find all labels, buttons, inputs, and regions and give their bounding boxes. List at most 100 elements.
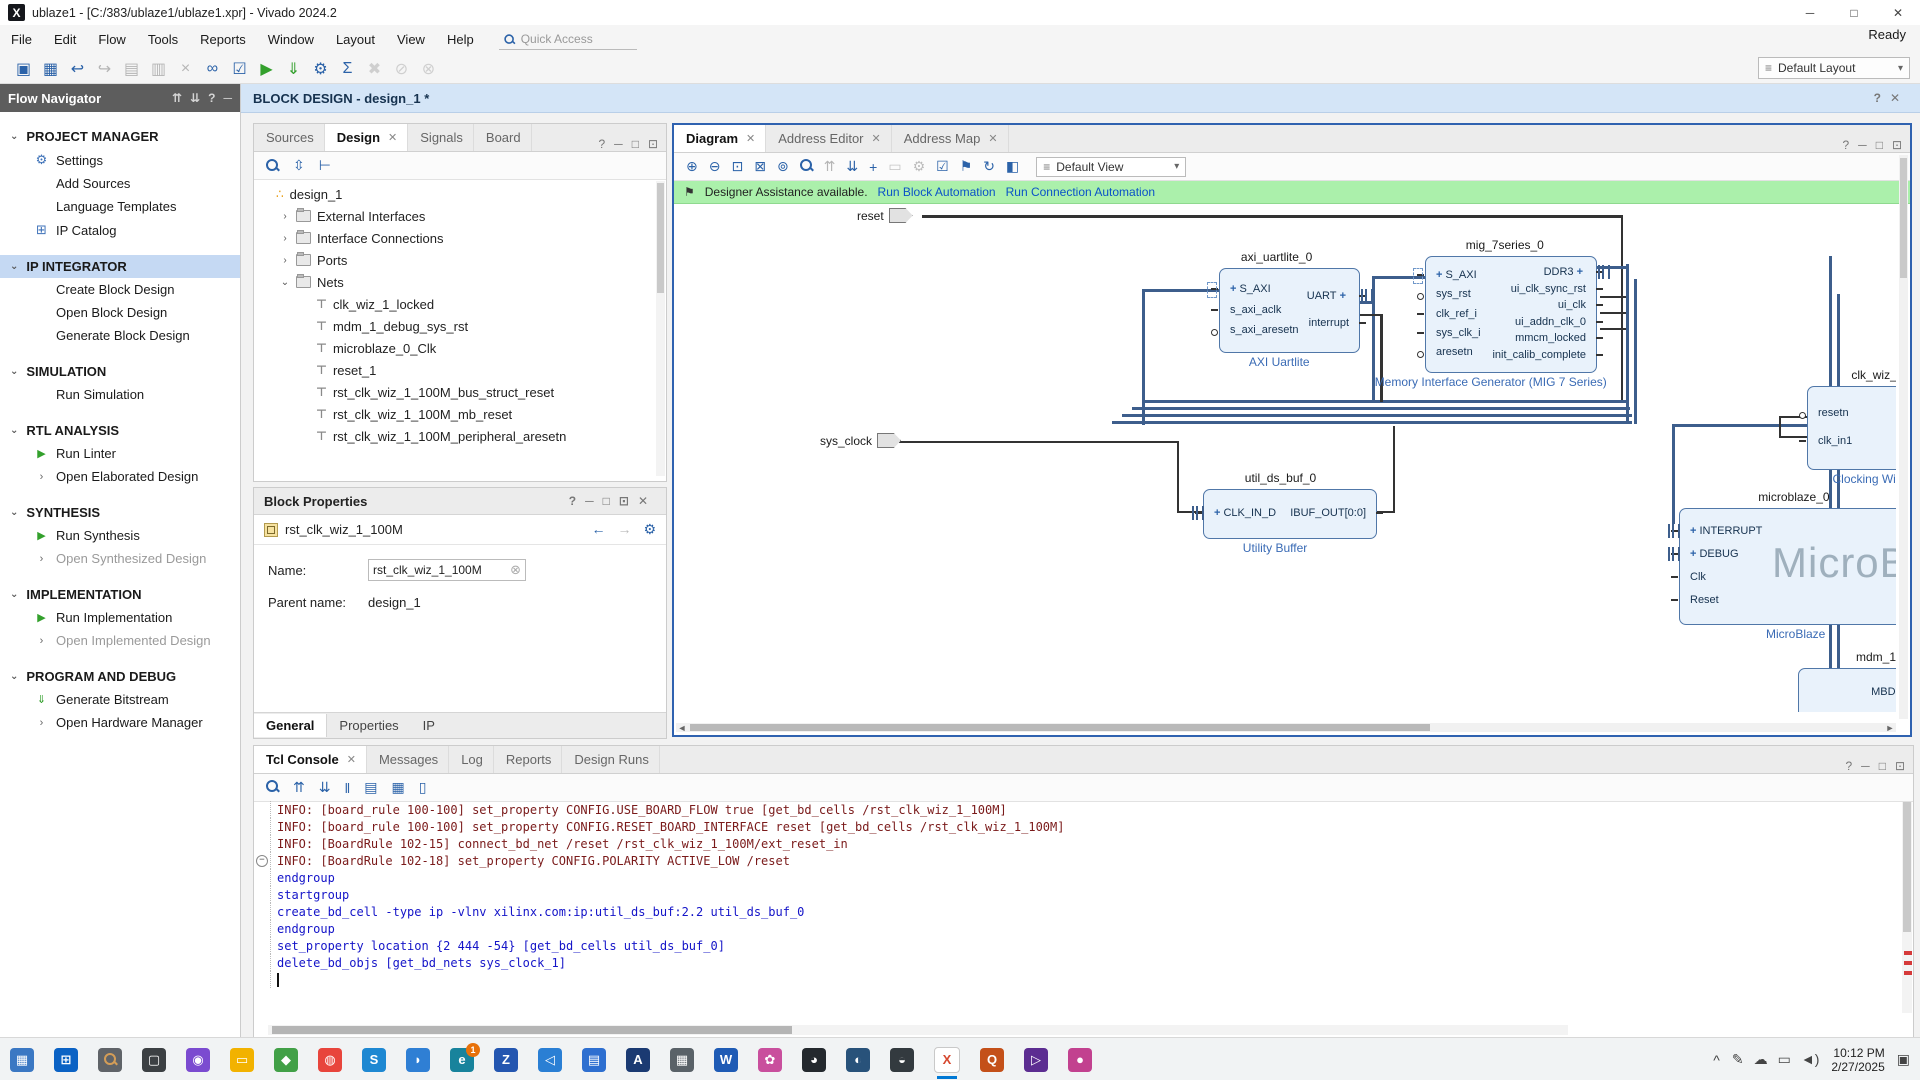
pin-icon[interactable]: ⚑ <box>960 158 973 175</box>
vscode-icon[interactable]: ◁ <box>538 1048 562 1072</box>
validate-icon[interactable]: ☑ <box>226 57 253 81</box>
diagram-hscrollbar[interactable]: ◄ ► <box>676 723 1896 732</box>
port-mmcm_locked[interactable]: mmcm_locked <box>1515 332 1586 344</box>
tree-item-rst_clk_wiz_1_100M_peripheral_aresetn[interactable]: ⊤rst_clk_wiz_1_100M_peripheral_aresetn <box>260 425 666 447</box>
flow-item-generate-bitstream[interactable]: ⇓Generate Bitstream <box>0 688 240 711</box>
hidden-icons-chevron[interactable]: ^ <box>1713 1052 1720 1068</box>
design-tab-sources[interactable]: Sources <box>254 124 325 151</box>
maximize-panel-icon[interactable]: □ <box>603 494 610 508</box>
redo-icon[interactable]: ↪ <box>91 57 118 81</box>
mail-icon[interactable]: ▤ <box>582 1048 606 1072</box>
close-tab-icon[interactable]: ✕ <box>872 132 881 145</box>
layout-selector[interactable]: ≡ Default Layout ▾ <box>1758 57 1910 79</box>
minimize-panel-icon[interactable]: ─ <box>614 137 623 151</box>
linter-off-icon[interactable]: ✖ <box>361 57 388 81</box>
menu-reports[interactable]: Reports <box>189 25 257 54</box>
messenger-icon[interactable]: ◗ <box>406 1048 430 1072</box>
flow-item-open-block-design[interactable]: Open Block Design <box>0 301 240 324</box>
diagram-vscrollbar[interactable] <box>1899 155 1908 719</box>
port-INTERRUPT[interactable]: +INTERRUPT <box>1690 525 1762 537</box>
port-sys_clk_i[interactable]: sys_clk_i <box>1436 327 1481 339</box>
debug-off-icon[interactable]: ⊗ <box>415 57 442 81</box>
github-icon[interactable]: ◕ <box>802 1048 826 1072</box>
float-panel-icon[interactable]: ⊡ <box>619 494 629 508</box>
view-selector[interactable]: ≡Default View▾ <box>1036 157 1186 177</box>
flow-item-open-elaborated-design[interactable]: ›Open Elaborated Design <box>0 465 240 488</box>
design-tab-design[interactable]: Design✕ <box>325 124 409 151</box>
expand-interface-icon[interactable]: + <box>1690 525 1696 537</box>
skype-icon[interactable]: S <box>362 1048 386 1072</box>
help-icon[interactable]: ? <box>1874 91 1881 105</box>
dev-tool-icon[interactable]: ◒ <box>890 1048 914 1072</box>
tree-item-Ports[interactable]: ›Ports <box>260 249 666 271</box>
tree-item-reset_1[interactable]: ⊤reset_1 <box>260 359 666 381</box>
ip-block-util_ds_buf_0[interactable]: +CLK_IN_DIBUF_OUT[0:0] <box>1203 489 1377 539</box>
maximize-button[interactable]: □ <box>1832 0 1876 25</box>
start-button[interactable]: ⊞ <box>54 1048 78 1072</box>
net-wire[interactable] <box>1177 441 1179 513</box>
console-hscrollbar[interactable] <box>268 1025 1568 1035</box>
design-tab-signals[interactable]: Signals <box>408 124 474 151</box>
tree-scrollbar[interactable] <box>656 181 665 476</box>
help-icon[interactable]: ? <box>1842 138 1849 152</box>
port-CLK_IN_D[interactable]: +CLK_IN_D <box>1214 507 1276 519</box>
scroll-left-icon[interactable]: ◄ <box>676 723 688 733</box>
make-external-icon[interactable]: ▭ <box>888 158 901 175</box>
pause-icon[interactable]: ‖ <box>344 780 350 796</box>
expand-interface-icon[interactable]: + <box>1574 266 1583 278</box>
ip-block-mdm_1[interactable]: MBDEBUG_0 <box>1798 668 1896 712</box>
net-wire[interactable] <box>1600 296 1626 298</box>
open-project-icon[interactable]: ▣ <box>10 57 37 81</box>
diagram-tab-diagram[interactable]: Diagram✕ <box>674 125 766 152</box>
display-icon[interactable]: ▭ <box>1778 1051 1791 1068</box>
flow-section-synthesis[interactable]: ⌄SYNTHESIS <box>0 501 240 524</box>
help-icon[interactable]: ? <box>569 494 576 508</box>
net-wire[interactable] <box>1779 416 1781 438</box>
port-clk_in1[interactable]: clk_in1 <box>1818 435 1852 447</box>
file-explorer-icon[interactable]: ▭ <box>230 1048 254 1072</box>
maximize-panel-icon[interactable]: □ <box>632 137 639 151</box>
port-Clk[interactable]: Clk <box>1690 571 1706 583</box>
gear-icon[interactable]: ⚙ <box>643 521 656 538</box>
flow-item-create-block-design[interactable]: Create Block Design <box>0 278 240 301</box>
port-s_axi_aclk[interactable]: s_axi_aclk <box>1230 304 1281 316</box>
copy-icon[interactable]: ▤ <box>118 57 145 81</box>
designer-app-icon[interactable]: A <box>626 1048 650 1072</box>
visual-studio-icon[interactable]: ▷ <box>1024 1048 1048 1072</box>
flow-section-project-manager[interactable]: ⌄PROJECT MANAGER <box>0 125 240 148</box>
delete-icon[interactable]: × <box>172 57 199 81</box>
media-app-icon[interactable]: ● <box>1068 1048 1092 1072</box>
pen-icon[interactable]: ✎ <box>1732 1051 1744 1068</box>
word-icon[interactable]: W <box>714 1048 738 1072</box>
net-wire[interactable] <box>1142 289 1145 425</box>
volume-icon[interactable]: ◄) <box>1801 1051 1820 1068</box>
edge-icon[interactable]: e1 <box>450 1048 474 1072</box>
back-arrow-icon[interactable]: ← <box>591 521 605 538</box>
console-tab-messages[interactable]: Messages <box>367 746 449 773</box>
close-icon[interactable]: ✕ <box>638 494 648 508</box>
console-output[interactable]: INFO: [board_rule 100-100] set_property … <box>254 801 1901 1015</box>
vivado-icon[interactable]: X <box>934 1047 960 1073</box>
minimize-panel-icon[interactable]: ─ <box>1861 759 1870 773</box>
menu-layout[interactable]: Layout <box>325 25 386 54</box>
port-S_AXI[interactable]: +S_AXI <box>1230 283 1271 295</box>
notification-center-icon[interactable]: ▣ <box>1897 1051 1910 1068</box>
minimize-panel-icon[interactable]: ─ <box>223 91 232 105</box>
close-icon[interactable]: ✕ <box>1890 91 1900 105</box>
zoom-selection-icon[interactable]: ⊠ <box>754 158 766 175</box>
paste-icon[interactable]: ▥ <box>145 57 172 81</box>
taskview-icon[interactable]: ▢ <box>142 1048 166 1072</box>
save-icon[interactable]: ▦ <box>37 57 64 81</box>
port-DDR3[interactable]: DDR3 + <box>1544 266 1586 278</box>
design-tab-board[interactable]: Board <box>474 124 532 151</box>
net-wire[interactable] <box>1393 426 1395 513</box>
port-aresetn[interactable]: aresetn <box>1436 346 1473 358</box>
chat-app-icon[interactable]: ◉ <box>186 1048 210 1072</box>
minimize-panel-icon[interactable]: ─ <box>1858 138 1867 152</box>
net-wire[interactable] <box>1600 328 1626 330</box>
show-connectivity-icon[interactable]: ⊢ <box>319 157 331 174</box>
tree-item-design_1[interactable]: ∴design_1 <box>260 183 666 205</box>
port-interrupt[interactable]: interrupt <box>1309 317 1349 329</box>
close-button[interactable]: ✕ <box>1876 0 1920 25</box>
help-icon[interactable]: ? <box>1845 759 1852 773</box>
